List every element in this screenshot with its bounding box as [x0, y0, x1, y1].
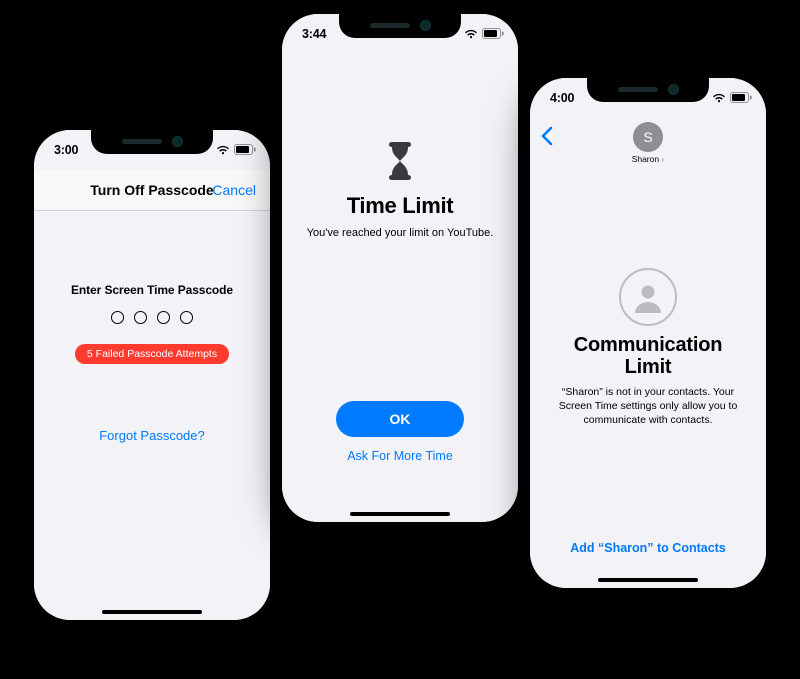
wifi-icon	[712, 93, 726, 103]
error-pill: 5 Failed Passcode Attempts	[75, 344, 229, 364]
phone-communication-limit: 4:00 S Sharon CommunicationLimit “Sharon…	[530, 78, 766, 588]
phone-time-limit: 3:44 Time Limit You've reached your limi…	[282, 14, 518, 522]
home-indicator[interactable]	[598, 578, 698, 582]
home-indicator[interactable]	[350, 512, 450, 516]
contact-name: Sharon	[530, 154, 766, 164]
battery-icon	[482, 28, 504, 39]
time-limit-subtitle: You've reached your limit on YouTube.	[282, 227, 518, 239]
add-contact-link[interactable]: Add “Sharon” to Contacts	[530, 541, 766, 555]
back-button[interactable]	[540, 126, 554, 151]
avatar: S	[633, 122, 663, 152]
battery-icon	[730, 92, 752, 103]
cancel-button[interactable]: Cancel	[212, 182, 256, 198]
home-indicator[interactable]	[102, 610, 202, 614]
nav-bar: S Sharon	[530, 118, 766, 172]
wifi-icon	[464, 29, 478, 39]
ok-button[interactable]: OK	[336, 401, 464, 437]
wifi-icon	[216, 145, 230, 155]
status-time: 3:44	[302, 27, 326, 41]
ask-more-time-link[interactable]: Ask For More Time	[282, 449, 518, 463]
status-indicators	[464, 28, 504, 39]
contact-header[interactable]: S Sharon	[530, 118, 766, 164]
status-indicators	[712, 92, 752, 103]
hourglass-icon	[282, 142, 518, 185]
phone-passcode: 3:00 Turn Off Passcode Cancel Enter Scre…	[34, 130, 270, 620]
person-circle-icon	[530, 268, 766, 326]
passcode-prompt: Enter Screen Time Passcode	[34, 283, 270, 297]
nav-bar: Turn Off Passcode Cancel	[34, 170, 270, 211]
communication-limit-heading: CommunicationLimit	[530, 334, 766, 379]
battery-icon	[234, 144, 256, 155]
status-time: 3:00	[54, 143, 78, 157]
notch	[587, 78, 709, 102]
time-limit-heading: Time Limit	[282, 193, 518, 219]
status-time: 4:00	[550, 91, 574, 105]
notch	[339, 14, 461, 38]
forgot-passcode-link[interactable]: Forgot Passcode?	[34, 428, 270, 443]
status-indicators	[216, 144, 256, 155]
chevron-left-icon	[540, 126, 554, 146]
communication-limit-subtitle: “Sharon” is not in your contacts. Your S…	[552, 385, 744, 428]
passcode-dots[interactable]	[34, 311, 270, 324]
notch	[91, 130, 213, 154]
